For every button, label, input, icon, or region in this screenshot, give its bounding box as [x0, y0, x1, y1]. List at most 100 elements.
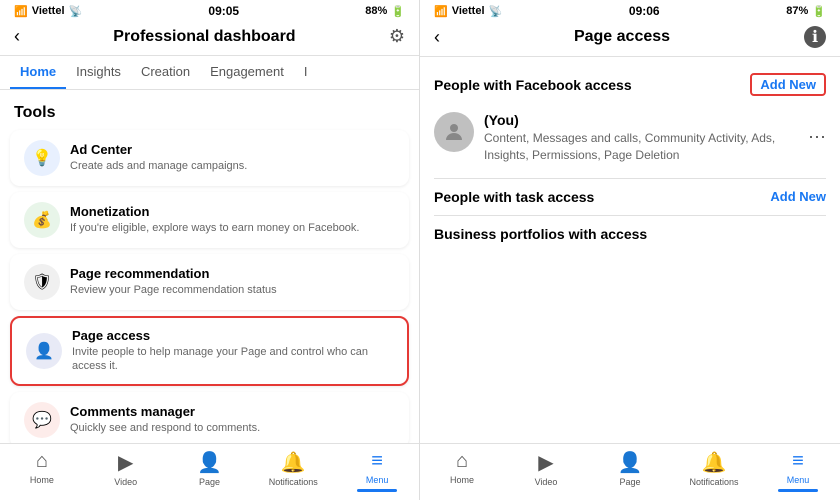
person-you-row: (You) Content, Messages and calls, Commu…: [420, 102, 840, 174]
nav-menu-right[interactable]: ≡ Menu: [756, 450, 840, 492]
notifications-nav-icon: 🔔: [281, 450, 306, 475]
menu-nav-label-right: Menu: [787, 475, 810, 485]
nav-page-right[interactable]: 👤 Page: [588, 450, 672, 492]
info-icon[interactable]: ℹ: [804, 26, 826, 48]
signal-icon-right: 📶: [434, 5, 448, 18]
notifications-nav-label: Notifications: [269, 477, 318, 487]
page-rec-icon: 🛡: [24, 264, 60, 300]
status-bar-right: 📶 Viettel 📡 09:06 87% 🔋: [420, 0, 840, 20]
add-new-facebook-button[interactable]: Add New: [750, 73, 826, 96]
monetization-name: Monetization: [70, 204, 395, 219]
comments-icon: 💬: [24, 402, 60, 438]
page-rec-text: Page recommendation Review your Page rec…: [70, 266, 395, 297]
tab-more[interactable]: I: [294, 56, 318, 89]
battery-icon-right: 🔋: [812, 5, 826, 18]
settings-icon[interactable]: ⚙: [389, 26, 405, 47]
home-nav-label-right: Home: [450, 475, 474, 485]
page-access-name: Page access: [72, 328, 393, 343]
header-right: ‹ Page access ℹ: [420, 20, 840, 57]
tool-ad-center[interactable]: 💡 Ad Center Create ads and manage campai…: [10, 130, 409, 186]
menu-nav-icon-right: ≡: [792, 450, 804, 473]
tab-insights[interactable]: Insights: [66, 56, 131, 89]
status-right-right: 87% 🔋: [786, 5, 826, 18]
home-nav-label: Home: [30, 475, 54, 485]
nav-home-left[interactable]: ⌂ Home: [0, 450, 84, 492]
nav-notifications-right[interactable]: 🔔 Notifications: [672, 450, 756, 492]
ad-center-text: Ad Center Create ads and manage campaign…: [70, 142, 395, 173]
back-button-left[interactable]: ‹: [14, 26, 20, 47]
comments-desc: Quickly see and respond to comments.: [70, 421, 395, 435]
network-label: Viettel: [32, 5, 65, 17]
time-right: 09:06: [629, 4, 660, 18]
right-screen: 📶 Viettel 📡 09:06 87% 🔋 ‹ Page access ℹ …: [420, 0, 840, 500]
page-nav-label: Page: [199, 477, 220, 487]
time-left: 09:05: [208, 4, 239, 18]
home-nav-icon-right: ⌂: [456, 450, 468, 473]
wifi-icon: 📡: [69, 5, 83, 18]
page-access-icon: 👤: [26, 333, 62, 369]
page-nav-icon: 👤: [197, 450, 222, 475]
task-access-section: People with task access Add New: [420, 183, 840, 211]
network-label-right: Viettel: [452, 5, 485, 17]
signal-icon: 📶: [14, 5, 28, 18]
page-access-content: People with Facebook access Add New (You…: [420, 57, 840, 443]
notifications-nav-label-right: Notifications: [689, 477, 738, 487]
comments-name: Comments manager: [70, 404, 395, 419]
monetization-icon: 💰: [24, 202, 60, 238]
nav-page-left[interactable]: 👤 Page: [168, 450, 252, 492]
add-new-task-button[interactable]: Add New: [770, 189, 826, 204]
menu-nav-icon: ≡: [371, 450, 383, 473]
tab-engagement[interactable]: Engagement: [200, 56, 294, 89]
divider-2: [434, 215, 826, 216]
status-right-left: 📶 Viettel 📡: [434, 5, 502, 18]
person-dots-menu[interactable]: ⋯: [808, 127, 826, 148]
bottom-nav-left: ⌂ Home ▶ Video 👤 Page 🔔 Notifications ≡ …: [0, 443, 419, 500]
facebook-access-label: People with Facebook access: [434, 77, 632, 93]
video-nav-label-right: Video: [535, 477, 558, 487]
page-rec-name: Page recommendation: [70, 266, 395, 281]
video-nav-icon-right: ▶: [538, 450, 553, 475]
monetization-desc: If you're eligible, explore ways to earn…: [70, 221, 395, 235]
tools-section-title: Tools: [0, 100, 419, 130]
video-nav-icon: ▶: [118, 450, 133, 475]
page-rec-desc: Review your Page recommendation status: [70, 283, 395, 297]
status-left: 📶 Viettel 📡: [14, 5, 82, 18]
ad-center-icon: 💡: [24, 140, 60, 176]
business-access-label: Business portfolios with access: [434, 226, 647, 242]
tab-home[interactable]: Home: [10, 56, 66, 89]
page-title-left: Professional dashboard: [113, 28, 295, 46]
monetization-text: Monetization If you're eligible, explore…: [70, 204, 395, 235]
page-access-text: Page access Invite people to help manage…: [72, 328, 393, 374]
left-screen: 📶 Viettel 📡 09:05 88% 🔋 ‹ Professional d…: [0, 0, 420, 500]
page-title-right: Page access: [574, 28, 670, 46]
nav-video-left[interactable]: ▶ Video: [84, 450, 168, 492]
ad-center-desc: Create ads and manage campaigns.: [70, 159, 395, 173]
person-you-desc: Content, Messages and calls, Community A…: [484, 130, 808, 164]
page-access-desc: Invite people to help manage your Page a…: [72, 345, 393, 374]
tool-page-recommendation[interactable]: 🛡 Page recommendation Review your Page r…: [10, 254, 409, 310]
bottom-nav-right: ⌂ Home ▶ Video 👤 Page 🔔 Notifications ≡ …: [420, 443, 840, 500]
nav-notifications-left[interactable]: 🔔 Notifications: [251, 450, 335, 492]
tool-monetization[interactable]: 💰 Monetization If you're eligible, explo…: [10, 192, 409, 248]
ad-center-name: Ad Center: [70, 142, 395, 157]
tab-creation[interactable]: Creation: [131, 56, 200, 89]
menu-nav-label: Menu: [366, 475, 389, 485]
comments-text: Comments manager Quickly see and respond…: [70, 404, 395, 435]
status-bar-left: 📶 Viettel 📡 09:05 88% 🔋: [0, 0, 419, 20]
tool-page-access[interactable]: 👤 Page access Invite people to help mana…: [10, 316, 409, 386]
page-nav-icon-right: 👤: [618, 450, 643, 475]
wifi-icon-right: 📡: [489, 5, 503, 18]
battery-label: 88%: [365, 5, 387, 17]
battery-label-right: 87%: [786, 5, 808, 17]
facebook-access-section: People with Facebook access Add New: [420, 67, 840, 102]
tool-comments-manager[interactable]: 💬 Comments manager Quickly see and respo…: [10, 392, 409, 443]
header-left: ‹ Professional dashboard ⚙: [0, 20, 419, 56]
back-button-right[interactable]: ‹: [434, 27, 440, 48]
battery-icon: 🔋: [391, 5, 405, 18]
nav-home-right[interactable]: ⌂ Home: [420, 450, 504, 492]
nav-video-right[interactable]: ▶ Video: [504, 450, 588, 492]
tabs-container: Home Insights Creation Engagement I: [0, 56, 419, 90]
nav-menu-left[interactable]: ≡ Menu: [335, 450, 419, 492]
person-you-name: (You): [484, 112, 808, 128]
status-right: 88% 🔋: [365, 5, 405, 18]
